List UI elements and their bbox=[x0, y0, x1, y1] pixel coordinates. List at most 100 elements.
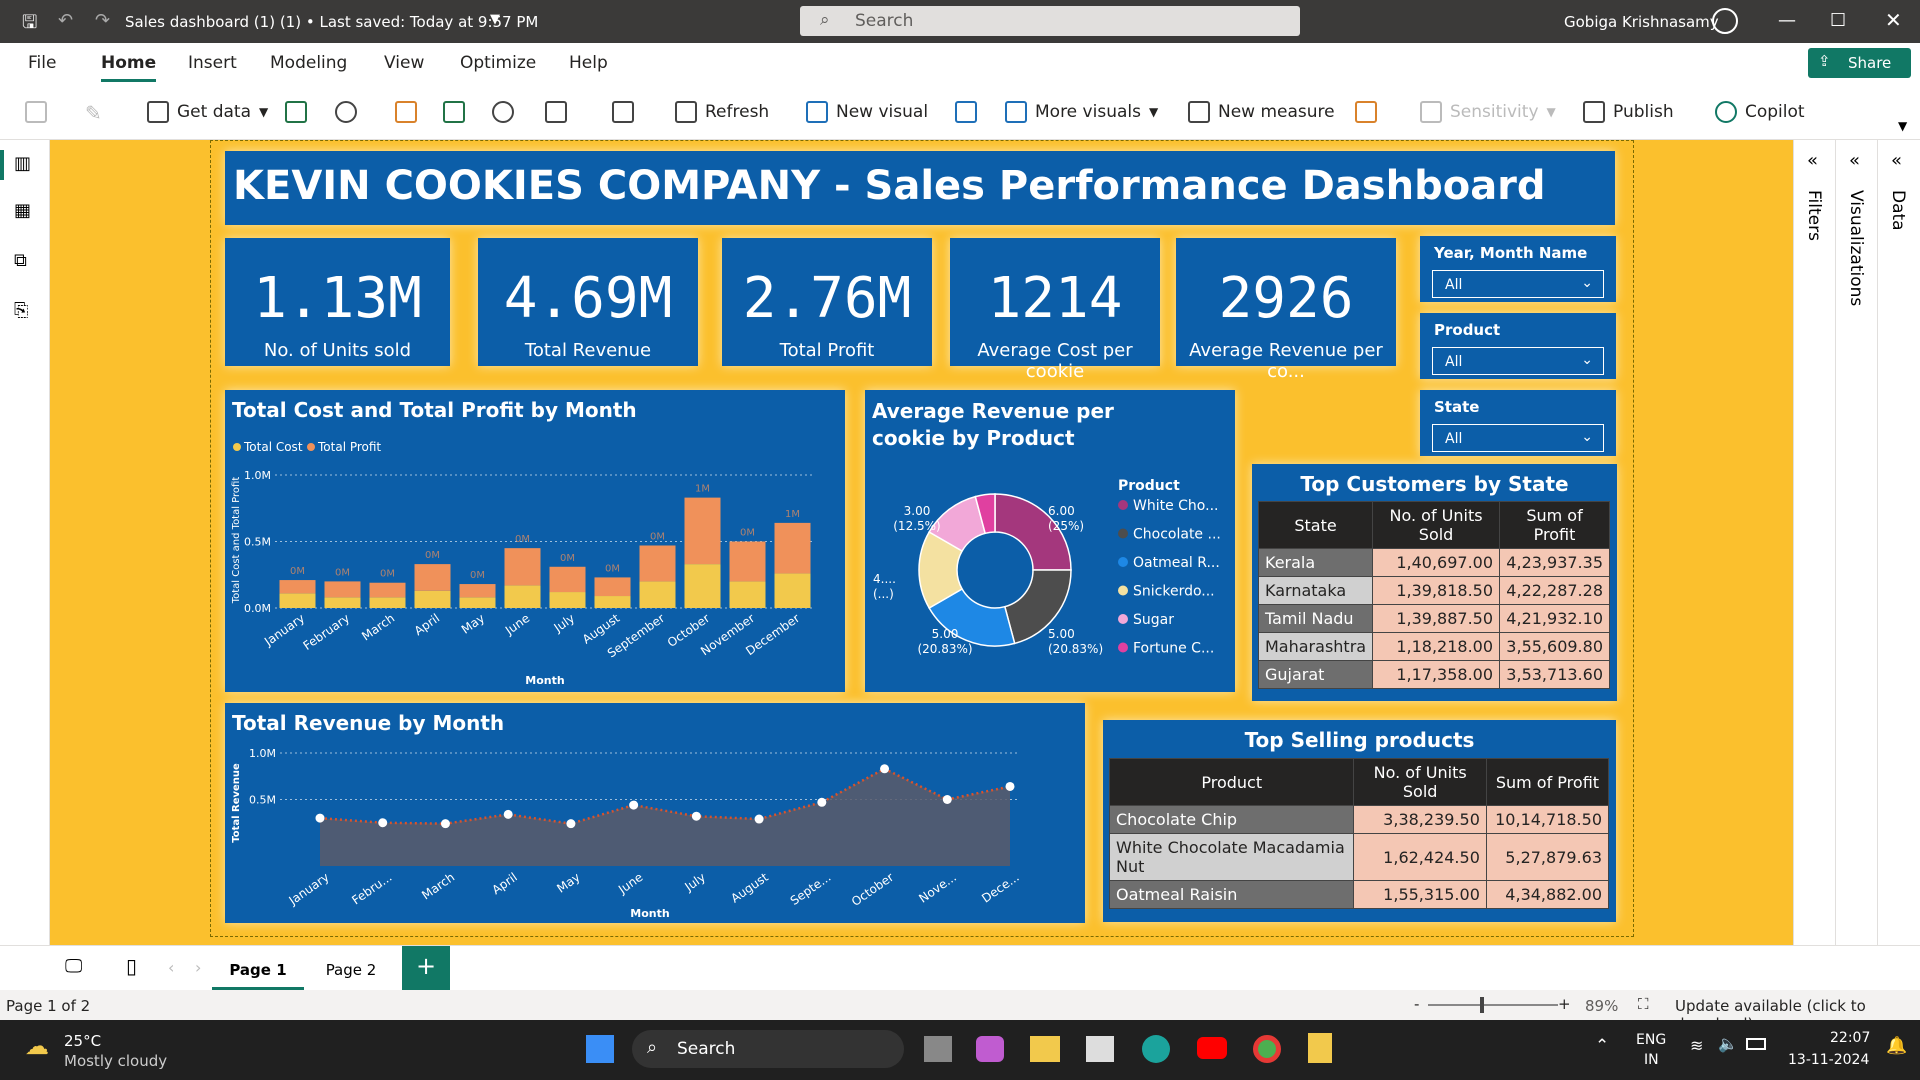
clock-date[interactable]: 13-11-2024 bbox=[1788, 1052, 1869, 1068]
table-row[interactable]: Gujarat 1,17,358.00 3,53,713.60 bbox=[1257, 660, 1610, 689]
sensitivity-button[interactable]: Sensitivity ▼ bbox=[1420, 101, 1556, 123]
save-icon[interactable]: 🖫 bbox=[22, 10, 37, 40]
recent-sources-icon[interactable] bbox=[545, 101, 567, 127]
file-explorer-icon[interactable] bbox=[1030, 1036, 1060, 1062]
tab-page-1[interactable]: Page 1 bbox=[212, 946, 304, 990]
mobile-layout-icon[interactable]: ▯ bbox=[126, 954, 137, 978]
dax-query-icon[interactable]: ⎘ bbox=[14, 300, 28, 321]
revenue-line-chart[interactable]: Total Revenue by Month 1.0M 0.5M Total Rev… bbox=[225, 703, 1085, 923]
search-input[interactable]: ⌕ Search bbox=[800, 6, 1300, 36]
add-page-button[interactable]: + bbox=[402, 946, 450, 990]
clock-time[interactable]: 22:07 bbox=[1830, 1030, 1870, 1046]
chevron-down-icon[interactable]: ▼ bbox=[490, 12, 500, 27]
taskbar-search[interactable]: ⌕ Search bbox=[632, 1030, 904, 1068]
fit-page-icon[interactable]: ⛶ bbox=[1638, 995, 1649, 1013]
format-painter-icon[interactable]: ✎ bbox=[85, 101, 102, 125]
cost-profit-chart[interactable]: Total Cost and Total Profit by Month Tot… bbox=[225, 390, 845, 692]
undo-icon[interactable]: ↶ bbox=[58, 10, 73, 31]
excel-icon[interactable] bbox=[285, 101, 307, 127]
menu-insert[interactable]: Insert bbox=[188, 53, 237, 73]
table-row[interactable]: Oatmeal Raisin 1,55,315.00 4,34,882.00 bbox=[1108, 880, 1610, 909]
zoom-level[interactable]: 89% bbox=[1585, 997, 1618, 1015]
dataverse-icon[interactable] bbox=[492, 101, 514, 127]
table-view-icon[interactable]: ▦ bbox=[14, 200, 31, 221]
slicer-dropdown[interactable]: All ⌄ bbox=[1432, 424, 1604, 452]
close-icon[interactable]: ✕ bbox=[1885, 8, 1902, 32]
column-header[interactable]: Sum of Profit bbox=[1485, 758, 1610, 806]
next-page-icon[interactable]: › bbox=[195, 958, 201, 977]
zoom-slider[interactable] bbox=[1428, 1004, 1558, 1006]
data-pane[interactable]: « Data bbox=[1878, 140, 1920, 945]
publish-button[interactable]: Publish bbox=[1583, 101, 1674, 123]
column-header[interactable]: Product bbox=[1108, 758, 1355, 806]
kpi-card-avg-cost[interactable]: 1214 Average Cost per cookie bbox=[950, 238, 1160, 382]
copilot-app-icon[interactable] bbox=[976, 1036, 1004, 1062]
powerbi-icon[interactable] bbox=[1308, 1033, 1332, 1063]
table-row[interactable]: Tamil Nadu 1,39,887.50 4,21,932.10 bbox=[1257, 604, 1610, 633]
table-row[interactable]: Maharashtra 1,18,218.00 3,55,609.80 bbox=[1257, 632, 1610, 661]
copilot-button[interactable]: Copilot bbox=[1715, 101, 1805, 123]
menu-home[interactable]: Home bbox=[101, 53, 157, 82]
menu-view[interactable]: View bbox=[384, 53, 424, 73]
table-row[interactable]: Chocolate Chip 3,38,239.50 10,14,718.50 bbox=[1108, 805, 1610, 834]
expand-icon[interactable]: « bbox=[1807, 150, 1818, 171]
quick-measure-icon[interactable] bbox=[1355, 101, 1377, 127]
kpi-card-profit[interactable]: 2.76M Total Profit bbox=[722, 238, 932, 366]
share-button[interactable]: ⇪ Share bbox=[1808, 48, 1911, 78]
top-customers-table[interactable]: Top Customers by State State No. of Units… bbox=[1252, 464, 1617, 701]
table-row[interactable]: Kerala 1,40,697.00 4,23,937.35 bbox=[1257, 548, 1610, 577]
edge-icon[interactable] bbox=[1142, 1035, 1170, 1063]
visualizations-pane[interactable]: « Visualizations bbox=[1836, 140, 1878, 945]
weather-icon[interactable]: ☁ bbox=[25, 1032, 49, 1060]
filters-pane[interactable]: « Filters bbox=[1794, 140, 1836, 945]
refresh-button[interactable]: Refresh bbox=[675, 101, 769, 123]
datahub-icon[interactable] bbox=[335, 101, 357, 127]
get-data-button[interactable]: Get data ▼ bbox=[147, 101, 268, 123]
menu-optimize[interactable]: Optimize bbox=[460, 53, 536, 73]
youtube-icon[interactable] bbox=[1197, 1037, 1227, 1059]
zoom-out-icon[interactable]: - bbox=[1414, 995, 1419, 1013]
redo-icon[interactable]: ↷ bbox=[95, 10, 110, 31]
tab-page-2[interactable]: Page 2 bbox=[305, 946, 397, 990]
column-header[interactable]: State bbox=[1257, 501, 1374, 549]
new-measure-button[interactable]: New measure bbox=[1188, 101, 1335, 123]
transform-data-icon[interactable] bbox=[612, 101, 634, 127]
ribbon-collapse-icon[interactable]: ▼ bbox=[1898, 119, 1907, 133]
desktop-layout-icon[interactable]: 🖵 bbox=[65, 956, 82, 977]
new-visual-button[interactable]: New visual bbox=[806, 101, 928, 123]
paste-icon[interactable] bbox=[25, 101, 47, 127]
kpi-card-avg-revenue[interactable]: 2926 Average Revenue per co... bbox=[1176, 238, 1396, 382]
slicer-dropdown[interactable]: All ⌄ bbox=[1432, 270, 1604, 298]
model-view-icon[interactable]: ⧉ bbox=[14, 250, 27, 271]
enter-data-icon[interactable] bbox=[443, 101, 465, 127]
table-row[interactable]: Karnataka 1,39,818.50 4,22,287.28 bbox=[1257, 576, 1610, 605]
notification-bell-icon[interactable]: 🔔 bbox=[1886, 1036, 1907, 1056]
maximize-icon[interactable]: ☐ bbox=[1830, 10, 1846, 31]
slicer-year-month[interactable]: Year, Month Name All ⌄ bbox=[1420, 236, 1616, 302]
expand-icon[interactable]: « bbox=[1849, 150, 1860, 171]
menu-help[interactable]: Help bbox=[569, 53, 608, 73]
menu-file[interactable]: File bbox=[28, 53, 56, 73]
avatar[interactable] bbox=[1712, 8, 1738, 34]
column-header[interactable]: No. of Units Sold bbox=[1372, 501, 1501, 549]
zoom-slider-thumb[interactable] bbox=[1480, 997, 1484, 1013]
zoom-in-icon[interactable]: + bbox=[1558, 995, 1571, 1013]
kpi-card-revenue[interactable]: 4.69M Total Revenue bbox=[478, 238, 698, 366]
minimize-icon[interactable]: — bbox=[1778, 10, 1796, 31]
table-row[interactable]: White Chocolate Macadamia Nut 1,62,424.50… bbox=[1108, 833, 1610, 881]
wifi-icon[interactable]: ≋ bbox=[1690, 1036, 1703, 1055]
file-title[interactable]: Sales dashboard (1) (1) • Last saved: To… bbox=[125, 13, 538, 31]
slicer-state[interactable]: State All ⌄ bbox=[1420, 390, 1616, 456]
language-1[interactable]: ENG bbox=[1636, 1032, 1666, 1048]
expand-icon[interactable]: « bbox=[1891, 150, 1902, 171]
user-name[interactable]: Gobiga Krishnasamy bbox=[1564, 13, 1719, 31]
menu-modeling[interactable]: Modeling bbox=[270, 53, 347, 73]
task-view-icon[interactable] bbox=[924, 1036, 952, 1062]
start-icon[interactable] bbox=[586, 1035, 614, 1063]
chevron-up-icon[interactable]: ⌃ bbox=[1595, 1036, 1609, 1056]
slicer-product[interactable]: Product All ⌄ bbox=[1420, 313, 1616, 379]
top-products-table[interactable]: Top Selling products Product No. of Units… bbox=[1103, 720, 1616, 922]
language-2[interactable]: IN bbox=[1644, 1052, 1659, 1068]
avg-revenue-pie-chart[interactable]: Average Revenue per cookie by Product 6.… bbox=[865, 390, 1235, 692]
slicer-dropdown[interactable]: All ⌄ bbox=[1432, 347, 1604, 375]
